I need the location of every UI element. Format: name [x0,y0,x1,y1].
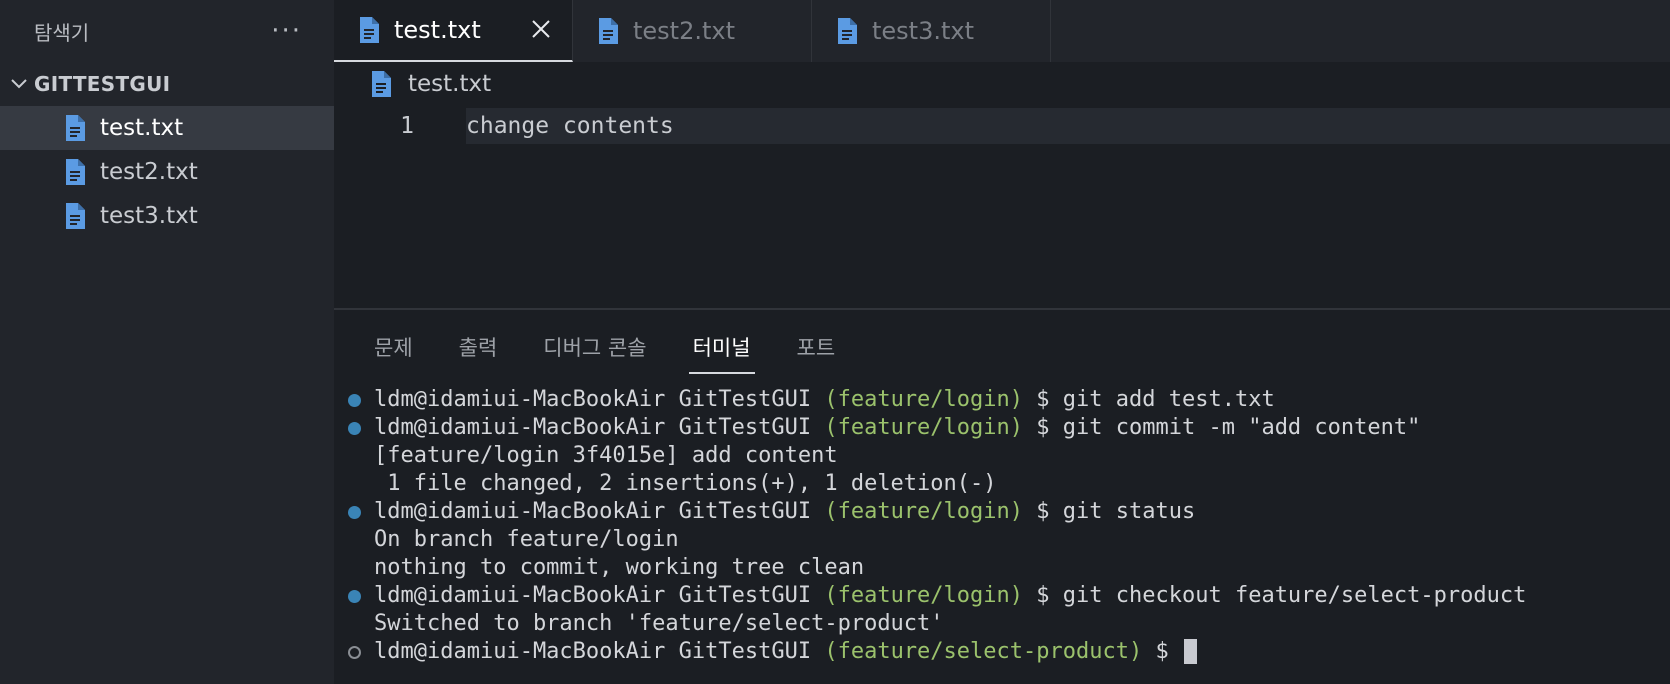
terminal-output: On branch feature/login [374,527,679,552]
editor-tabbar: test.txt test2.txt test3.txt [334,0,1670,62]
terminal-line: ldm@idamiui-MacBookAir GitTestGUI (featu… [334,638,1670,666]
tab-label: test.txt [394,16,481,44]
file-text-icon [64,158,86,186]
panel-tab[interactable]: 출력 [459,332,498,374]
chevron-down-icon [8,73,30,95]
file-name: test3.txt [100,203,198,229]
command-status-dot-icon[interactable] [348,506,361,519]
explorer-header: 탐색기 ··· [0,0,334,62]
panel-tab[interactable]: 디버그 콘솔 [543,332,646,374]
terminal-line: ldm@idamiui-MacBookAir GitTestGUI (featu… [334,498,1670,526]
file-text-icon [836,17,858,45]
terminal-command: $ git add test.txt [1023,387,1275,412]
command-status-dot-icon[interactable] [348,590,361,603]
line-number: 1 [400,113,414,139]
folder-gittestgui[interactable]: GITTESTGUI [0,62,334,106]
sidebar-file-item[interactable]: test2.txt [0,150,334,194]
panel-tabs: 문제 출력 디버그 콘솔 터미널 포트 [334,310,1670,374]
explorer-title: 탐색기 [34,20,90,45]
terminal-user-host: ldm@idamiui-MacBookAir GitTestGUI [374,499,825,524]
terminal-user-host: ldm@idamiui-MacBookAir GitTestGUI [374,583,825,608]
terminal-cursor [1183,639,1197,664]
file-text-icon [597,17,619,45]
editor-tab[interactable]: test3.txt [812,0,1051,62]
terminal-command: $ git commit -m "add content" [1023,415,1421,440]
terminal-branch: (feature/login) [824,415,1024,440]
command-pending-dot-icon[interactable] [348,646,361,659]
bottom-panel: 문제 출력 디버그 콘솔 터미널 포트 ldm@idamiui-MacBookAir G… [334,308,1670,684]
terminal-user-host: ldm@idamiui-MacBookAir GitTestGUI [374,415,825,440]
editor-tab[interactable]: test2.txt [573,0,812,62]
terminal-branch: (feature/login) [824,387,1024,412]
panel-tab[interactable]: 문제 [374,332,413,374]
terminal-command: $ git status [1023,499,1196,524]
terminal-user-host: ldm@idamiui-MacBookAir GitTestGUI [374,639,825,664]
terminal-line: On branch feature/login [334,526,1670,554]
terminal-line: 1 file changed, 2 insertions(+), 1 delet… [334,470,1670,498]
terminal-line: ldm@idamiui-MacBookAir GitTestGUI (featu… [334,414,1670,442]
editor-tab[interactable]: test.txt [334,0,573,62]
sidebar-file-item[interactable]: test.txt [0,106,334,150]
file-text-icon [64,202,86,230]
more-icon[interactable]: ··· [271,18,302,44]
command-status-dot-icon[interactable] [348,394,361,407]
terminal-line: ldm@idamiui-MacBookAir GitTestGUI (featu… [334,386,1670,414]
file-name: test.txt [100,115,184,141]
terminal[interactable]: ldm@idamiui-MacBookAir GitTestGUI (featu… [334,386,1670,666]
terminal-line: [feature/login 3f4015e] add content [334,442,1670,470]
editor[interactable]: test.txt 1 change contents [334,62,1670,308]
file-text-icon [64,114,86,142]
folder-name: GITTESTGUI [34,72,171,96]
terminal-line: ldm@idamiui-MacBookAir GitTestGUI (featu… [334,582,1670,610]
explorer-sidebar: 탐색기 ··· GITTESTGUI test.txt test2.txt test… [0,0,334,682]
sidebar-file-item[interactable]: test3.txt [0,194,334,238]
tab-label: test3.txt [872,17,975,45]
terminal-output: [feature/login 3f4015e] add content [374,443,838,468]
terminal-user-host: ldm@idamiui-MacBookAir GitTestGUI [374,387,825,412]
code-line[interactable]: 1 change contents [334,108,1670,144]
file-text-icon [358,16,380,44]
terminal-branch: (feature/login) [824,499,1024,524]
terminal-branch: (feature/login) [824,583,1024,608]
terminal-command: $ git checkout feature/select-product [1023,583,1527,608]
terminal-output: 1 file changed, 2 insertions(+), 1 delet… [374,471,997,496]
file-name: test2.txt [100,159,198,185]
terminal-output: nothing to commit, working tree clean [374,555,865,580]
terminal-output: Switched to branch 'feature/select-produ… [374,611,944,636]
vscode-window: 탐색기 ··· GITTESTGUI test.txt test2.txt test… [0,0,1670,684]
terminal-line: nothing to commit, working tree clean [334,554,1670,582]
breadcrumb-filename: test.txt [408,71,492,97]
file-text-icon [370,70,392,98]
breadcrumb[interactable]: test.txt [334,62,1670,106]
close-icon[interactable] [526,14,556,44]
command-status-dot-icon[interactable] [348,422,361,435]
terminal-line: Switched to branch 'feature/select-produ… [334,610,1670,638]
line-text[interactable]: change contents [466,108,674,144]
panel-tab[interactable]: 터미널 [688,332,755,374]
terminal-branch: (feature/select-product) [824,639,1143,664]
panel-tab[interactable]: 포트 [797,332,836,374]
tab-label: test2.txt [633,17,736,45]
file-list: test.txt test2.txt test3.txt [0,106,334,238]
terminal-command: $ [1142,639,1182,664]
